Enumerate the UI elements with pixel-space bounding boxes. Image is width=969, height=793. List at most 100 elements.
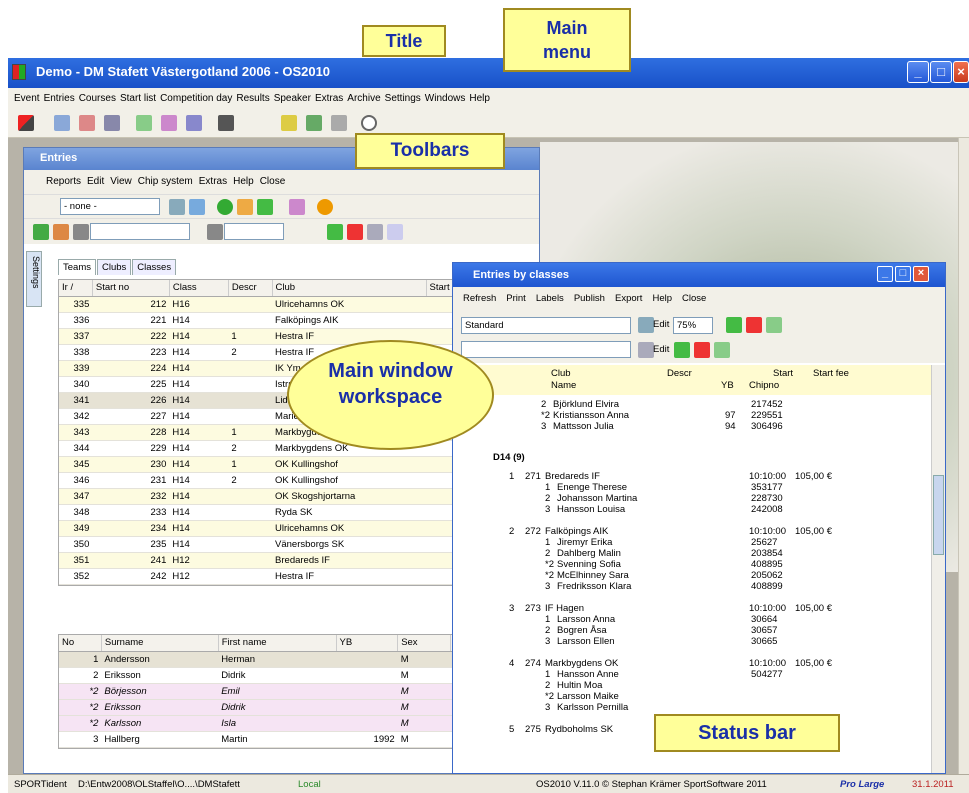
ruler-icon[interactable] — [638, 317, 654, 333]
menu-item-results[interactable]: Results — [236, 93, 269, 104]
classes-tb-close[interactable]: Close — [682, 293, 706, 304]
event-icon[interactable] — [18, 115, 34, 131]
classes-min-button[interactable]: _ — [877, 266, 893, 282]
col-header[interactable]: Start no — [92, 280, 170, 297]
windows-tool-icon[interactable] — [305, 115, 322, 131]
entries-icon[interactable] — [54, 115, 71, 131]
filter-icon[interactable] — [169, 199, 185, 215]
chip-icon[interactable] — [317, 199, 333, 215]
menu-item-extras[interactable]: Extras — [315, 93, 343, 104]
sort-icon[interactable] — [289, 199, 305, 215]
table-cell: Isla — [218, 715, 337, 732]
entries-menu-view[interactable]: View — [110, 176, 132, 187]
menu-item-start-list[interactable]: Start list — [120, 93, 156, 104]
col-header[interactable]: First name — [218, 635, 337, 652]
classes-close-button[interactable]: × — [913, 266, 929, 282]
menu-item-help[interactable]: Help — [469, 93, 490, 104]
runner-icon[interactable] — [237, 199, 253, 215]
courses-icon[interactable] — [136, 115, 153, 131]
funnel-icon[interactable] — [257, 199, 273, 215]
menu-item-competition-day[interactable]: Competition day — [160, 93, 232, 104]
edit-label-2[interactable]: Edit — [653, 344, 669, 355]
entries-menu-help[interactable]: Help — [233, 176, 254, 187]
startlist-icon[interactable] — [161, 115, 178, 131]
layout-select[interactable]: Standard — [461, 317, 631, 334]
help-tool-icon[interactable] — [330, 115, 347, 131]
table-cell: H14 — [169, 488, 229, 505]
search-input-2[interactable] — [224, 223, 284, 240]
refresh-icon[interactable] — [33, 224, 49, 240]
entries-menu-extras[interactable]: Extras — [199, 176, 227, 187]
maximize-button[interactable]: □ — [930, 61, 952, 83]
filter-select-2[interactable] — [461, 341, 631, 358]
tag-icon[interactable] — [53, 224, 69, 240]
classes-tb-help[interactable]: Help — [652, 293, 672, 304]
status-path: D:\Entw2008\OLStaffel\O....\DMStafett — [78, 779, 240, 790]
col-header[interactable]: Descr — [228, 280, 273, 297]
col-header[interactable]: Surname — [101, 635, 219, 652]
settings-tool-icon[interactable] — [280, 115, 297, 131]
chart-icon[interactable] — [79, 115, 96, 131]
menu-item-archive[interactable]: Archive — [347, 93, 380, 104]
table-cell: OK Kullingshof — [272, 472, 427, 489]
menu-item-entries[interactable]: Entries — [44, 93, 75, 104]
edit-label[interactable]: Edit — [653, 319, 669, 330]
edit-list-icon[interactable] — [638, 342, 654, 358]
member-name: Larsson Maike — [557, 691, 619, 702]
entries-menu-chip-system[interactable]: Chip system — [138, 176, 193, 187]
col-header[interactable]: Ir / — [59, 280, 93, 297]
fit-icon[interactable] — [766, 317, 782, 333]
undo-icon[interactable] — [387, 224, 403, 240]
menu-item-speaker[interactable]: Speaker — [274, 93, 311, 104]
app-icon — [12, 64, 26, 80]
classes-max-button[interactable]: □ — [895, 266, 911, 282]
entries-menu-reports[interactable]: Reports — [46, 176, 81, 187]
save-icon[interactable] — [367, 224, 383, 240]
col-header[interactable]: Sex — [397, 635, 452, 652]
status-date: 31.1.2011 — [912, 779, 954, 790]
tab-teams[interactable]: Teams — [58, 259, 96, 275]
team-club: Markbygdens OK — [545, 658, 619, 669]
classes-tb-publish[interactable]: Publish — [574, 293, 605, 304]
classes-tb-print[interactable]: Print — [506, 293, 526, 304]
add-icon-2[interactable] — [674, 342, 690, 358]
remove-icon-2[interactable] — [694, 342, 710, 358]
entries-menu-close[interactable]: Close — [260, 176, 286, 187]
search-input[interactable] — [90, 223, 190, 240]
table-cell — [228, 312, 273, 329]
speaker-icon[interactable] — [218, 115, 235, 131]
col-header[interactable]: Class — [169, 280, 229, 297]
remove-icon[interactable] — [347, 224, 363, 240]
grid-icon[interactable] — [189, 199, 205, 215]
col-header[interactable]: No — [59, 635, 102, 652]
search-icon[interactable] — [207, 224, 223, 240]
zoom-in-icon[interactable] — [726, 317, 742, 333]
copy-icon[interactable] — [714, 342, 730, 358]
go-icon[interactable] — [217, 199, 233, 215]
reports-icon[interactable] — [104, 115, 121, 131]
menu-item-event[interactable]: Event — [14, 93, 40, 104]
close-button[interactable]: × — [953, 61, 969, 83]
zoom-out-icon[interactable] — [746, 317, 762, 333]
classes-tb-export[interactable]: Export — [615, 293, 642, 304]
zoom-select[interactable]: 75% — [673, 317, 713, 334]
menu-item-windows[interactable]: Windows — [425, 93, 466, 104]
classes-tb-labels[interactable]: Labels — [536, 293, 564, 304]
menu-item-settings[interactable]: Settings — [385, 93, 421, 104]
filter-select[interactable]: - none - — [60, 198, 160, 215]
col-header[interactable]: YB — [336, 635, 399, 652]
tab-classes[interactable]: Classes — [132, 259, 177, 275]
clock-icon[interactable] — [360, 115, 377, 131]
results-icon[interactable] — [186, 115, 203, 131]
minimize-button[interactable]: _ — [907, 61, 929, 83]
report-scrollbar[interactable] — [931, 365, 945, 773]
add-icon[interactable] — [327, 224, 343, 240]
settings-side-tab[interactable]: Settings — [26, 251, 42, 307]
workspace-scrollbar[interactable] — [958, 138, 969, 774]
classes-tb-refresh[interactable]: Refresh — [463, 293, 496, 304]
entries-menu-edit[interactable]: Edit — [87, 176, 104, 187]
menu-item-courses[interactable]: Courses — [79, 93, 116, 104]
tab-clubs[interactable]: Clubs — [96, 259, 132, 275]
binoculars-icon[interactable] — [73, 224, 89, 240]
col-header[interactable]: Club — [272, 280, 427, 297]
